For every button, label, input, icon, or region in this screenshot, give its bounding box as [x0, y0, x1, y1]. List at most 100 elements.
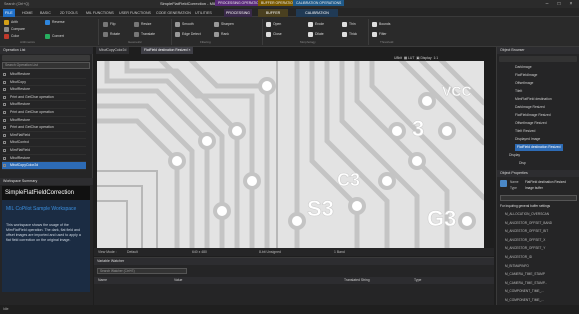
- operation-list-item[interactable]: Print and GetChar operation: [2, 94, 86, 102]
- operation-list-item[interactable]: MbufControl: [2, 139, 86, 147]
- property-row[interactable]: M_ANCESTOR_OFFSET_BAND: [505, 220, 552, 228]
- smooth-button[interactable]: Smooth: [175, 21, 194, 28]
- operation-list-search-input[interactable]: Search Operation List: [2, 62, 90, 69]
- edge-detect-button[interactable]: Edge Detect: [175, 31, 201, 38]
- checkbox-icon[interactable]: [3, 133, 6, 137]
- checkbox-icon[interactable]: [3, 126, 6, 130]
- checkbox-icon[interactable]: [3, 156, 6, 160]
- display-label[interactable]: Display: [420, 56, 431, 60]
- stop-icon[interactable]: [20, 55, 26, 61]
- tab-basic[interactable]: BASIC: [38, 9, 53, 17]
- thin-button[interactable]: Thin: [342, 21, 356, 28]
- object-tree-item[interactable]: OffsetImage Resized: [515, 120, 547, 127]
- doc-tab-flatfield-resized[interactable]: FlatField destination Resized ×: [141, 47, 194, 54]
- buffer-type-dropdown[interactable]: U8bit: [394, 56, 402, 60]
- tab-file[interactable]: FILE: [3, 9, 15, 17]
- lut-label[interactable]: LUT: [408, 56, 414, 60]
- property-row[interactable]: M_ALLOCATION_OVERSCAN: [505, 211, 549, 219]
- tab-2d-tools[interactable]: 2D TOOLS: [58, 9, 80, 17]
- doc-tab-mbufcopycolor2d[interactable]: MbufCopyColor2d: [96, 47, 130, 54]
- property-row[interactable]: M_ANCESTOR_ID: [505, 254, 532, 262]
- property-row[interactable]: M_ANCESTOR_OFFSET_Y: [505, 245, 545, 253]
- tab-processing[interactable]: PROCESSING: [224, 9, 252, 17]
- step-icon[interactable]: [12, 55, 18, 61]
- thick-button[interactable]: Thick: [342, 31, 357, 38]
- rotate-button[interactable]: Rotate: [103, 31, 120, 38]
- property-row[interactable]: M_ANCESTOR_OFFSET_X: [505, 237, 545, 245]
- filter-button[interactable]: Filter: [372, 31, 387, 38]
- operation-list-item[interactable]: Print and GetChar operation: [2, 124, 86, 132]
- operation-list-item[interactable]: MbufCopy: [2, 79, 86, 87]
- property-row[interactable]: M_ANCESTOR_OFFSET_BIT: [505, 228, 548, 236]
- view-mode-value[interactable]: Default: [127, 248, 138, 256]
- property-row[interactable]: M_CAMERA_TIME_STAMP...: [505, 280, 547, 288]
- sharpen-button[interactable]: Sharpen: [214, 21, 234, 28]
- open-button[interactable]: Open: [266, 21, 281, 28]
- close-icon[interactable]: ×: [565, 0, 577, 8]
- tab-user-functions[interactable]: USER FUNCTIONS: [117, 9, 153, 17]
- tab-mil-functions[interactable]: MIL FUNCTIONS: [84, 9, 116, 17]
- zoom-label[interactable]: 1:1: [433, 56, 438, 60]
- operation-list-item[interactable]: MimFlatField: [2, 132, 86, 140]
- tab-home[interactable]: HOME: [20, 9, 35, 17]
- checkbox-icon[interactable]: [3, 73, 6, 76]
- object-tree-item[interactable]: TileIt: [515, 88, 522, 95]
- flip-button[interactable]: Flip: [103, 21, 115, 28]
- minimize-icon[interactable]: –: [541, 0, 553, 8]
- object-tree-item[interactable]: DarkImage Resized: [515, 104, 545, 111]
- operation-list-item[interactable]: MbufRestore: [2, 71, 86, 79]
- lut-icon[interactable]: ▦: [404, 56, 407, 60]
- close-op-button[interactable]: Close: [266, 31, 282, 38]
- checkbox-icon[interactable]: [3, 103, 6, 107]
- checkbox-icon[interactable]: [3, 111, 6, 114]
- run-icon[interactable]: [4, 55, 10, 61]
- property-row[interactable]: M_COMPONENT_TIME_...: [505, 297, 544, 305]
- operation-list-item[interactable]: MbufRestore: [2, 117, 86, 125]
- checkbox-icon[interactable]: [3, 88, 6, 92]
- operation-list-item[interactable]: MbufRestore: [2, 86, 86, 94]
- rank-button[interactable]: Rank: [214, 31, 229, 38]
- checkbox-icon[interactable]: [3, 118, 6, 122]
- dilate-button[interactable]: Dilate: [308, 31, 324, 38]
- property-row[interactable]: M_CAMERA_TIME_STAMP: [505, 271, 545, 279]
- checkbox-icon[interactable]: [3, 80, 6, 84]
- image-viewer[interactable]: 3 S3 G3 C3 VCC: [97, 61, 484, 248]
- translate-button[interactable]: Translate: [134, 31, 155, 38]
- checkbox-icon[interactable]: [3, 164, 6, 168]
- resize-button[interactable]: Resize: [134, 21, 151, 28]
- object-tree-item[interactable]: FlatField destination Resized: [515, 144, 563, 151]
- object-tree-item[interactable]: MimFlatField destination: [515, 96, 552, 103]
- checkbox-icon[interactable]: [3, 141, 6, 145]
- checkbox-icon[interactable]: [3, 95, 6, 99]
- erode-button[interactable]: Erode: [308, 21, 324, 28]
- color-button[interactable]: Color: [4, 33, 19, 40]
- object-tree-item[interactable]: Display: [509, 152, 520, 159]
- property-row[interactable]: M_BITMAPINFO: [505, 263, 529, 271]
- checkbox-icon[interactable]: [3, 149, 6, 152]
- object-tree-item[interactable]: OffsetImage: [515, 80, 533, 87]
- properties-search-input[interactable]: [500, 195, 577, 201]
- operation-list-item[interactable]: MimFlatField: [2, 147, 86, 155]
- arith-button[interactable]: Arith: [4, 19, 18, 26]
- maximize-icon[interactable]: □: [553, 0, 565, 8]
- object-tree-item[interactable]: Displayed Image: [515, 136, 540, 143]
- operation-list-item[interactable]: MbufRestore: [2, 101, 86, 109]
- operation-list-item[interactable]: Print and GetChar operation: [2, 109, 86, 117]
- convert-button[interactable]: Convert: [45, 33, 64, 40]
- properties-section-header[interactable]: For inquiring general buffer settings: [500, 203, 550, 211]
- tab-code-generation[interactable]: CODE GENERATION: [154, 9, 193, 17]
- bounds-button[interactable]: Bounds: [372, 21, 391, 28]
- watcher-search-input[interactable]: Search Watcher (Ctrl+E): [97, 268, 187, 274]
- operation-list-item[interactable]: MbufCopyColor2d: [2, 162, 86, 170]
- tab-utilities[interactable]: UTILITIES: [193, 9, 214, 17]
- object-tree-item[interactable]: DarkImage: [515, 64, 532, 71]
- object-tree-item[interactable]: FlatFieldImage: [515, 72, 537, 79]
- tab-buffer[interactable]: BUFFER: [258, 9, 288, 17]
- object-tree-item[interactable]: TileIt Resized: [515, 128, 535, 135]
- operation-list-item[interactable]: MbufRestore: [2, 155, 86, 163]
- compare-button[interactable]: Compare: [4, 26, 25, 33]
- reverse-button[interactable]: Reverse: [45, 19, 65, 26]
- property-row[interactable]: M_COMPONENT_TIME_...: [505, 288, 544, 296]
- object-tree-item[interactable]: FlatFieldImage Resized: [515, 112, 551, 119]
- object-tree-item[interactable]: Disp: [519, 160, 526, 167]
